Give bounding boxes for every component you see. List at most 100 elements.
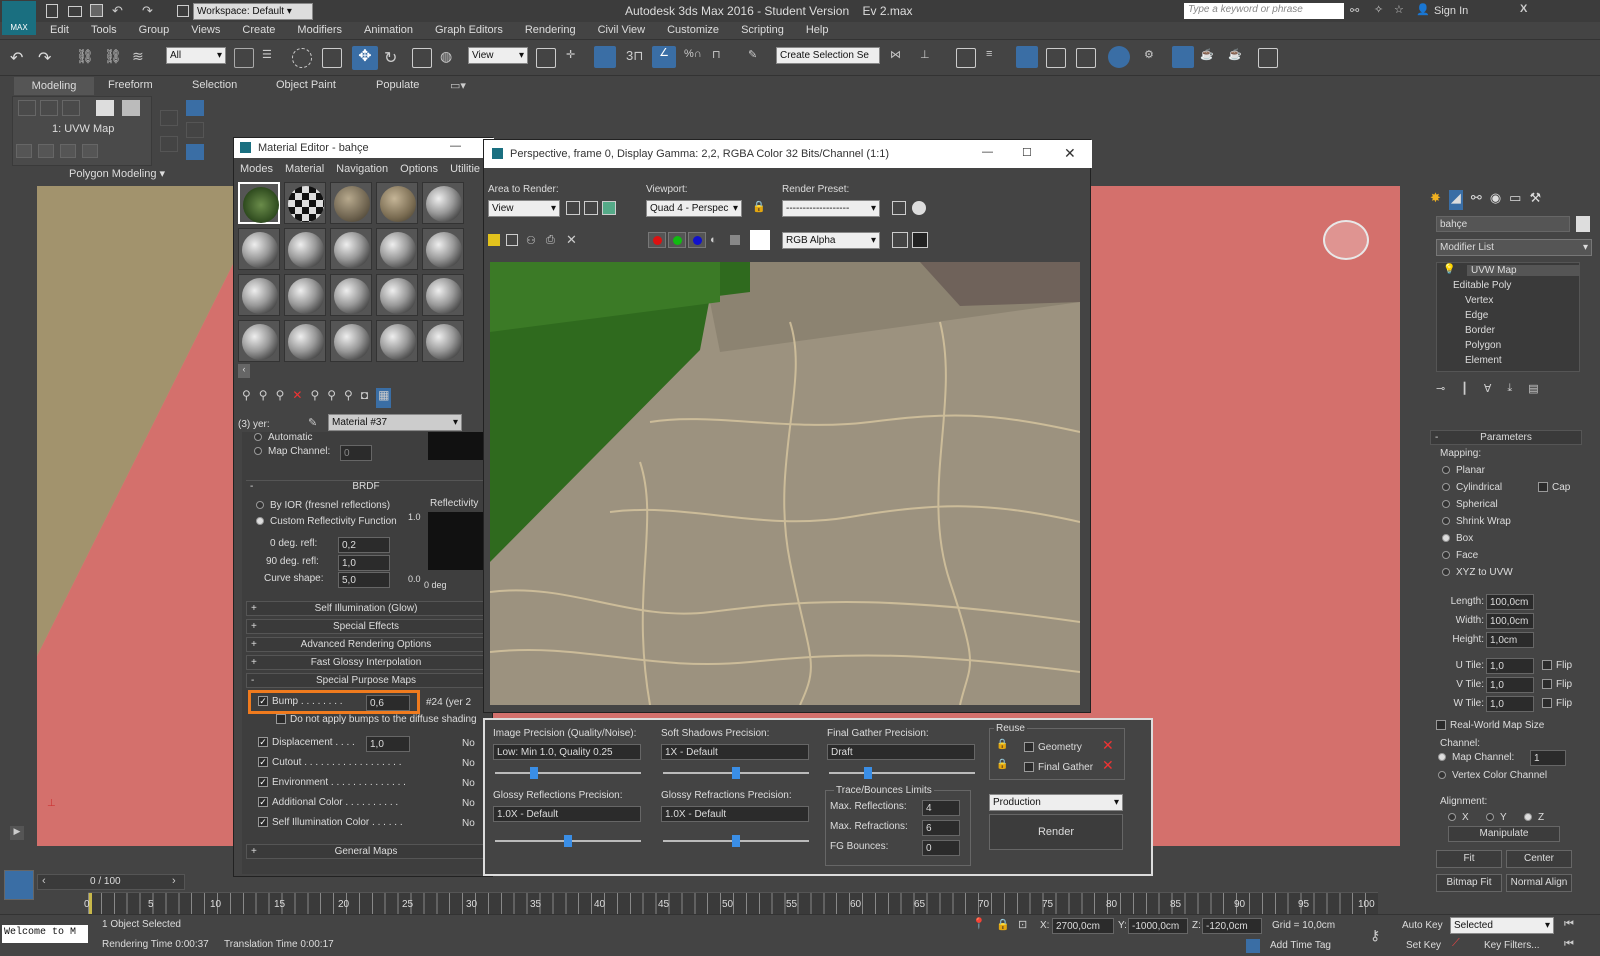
sample-slot[interactable] [284, 182, 326, 224]
named-selection-dropdown[interactable]: Create Selection Se [776, 47, 880, 64]
ribbon-side-icon[interactable] [186, 144, 204, 160]
brdf-rollout-header[interactable]: - BRDF [246, 480, 486, 494]
me-menu-navigation[interactable]: Navigation [336, 160, 388, 178]
menu-customize[interactable]: Customize [667, 24, 719, 36]
viewport-dropdown[interactable]: Quad 4 - Perspec ▾ [646, 200, 742, 217]
ribbon-options-icon[interactable]: ▭▾ [450, 79, 466, 92]
utilities-tab-icon[interactable]: ⚒ [1529, 190, 1541, 210]
open-file-icon[interactable] [68, 6, 82, 17]
rendered-frame-icon[interactable] [1172, 46, 1194, 68]
menu-modifiers[interactable]: Modifiers [297, 24, 342, 36]
rollout-self-illumination[interactable]: + Self Illumination (Glow) [246, 601, 486, 616]
time-slider-prev-icon[interactable]: ‹ [42, 875, 46, 887]
zero-deg-refl-spinner[interactable]: 0,2 [338, 537, 390, 553]
blue-channel-toggle[interactable] [688, 232, 706, 248]
show-end-result-icon[interactable]: ┃ [1461, 382, 1468, 400]
select-rotate-icon[interactable]: ↻ [384, 48, 404, 68]
material-id-icon[interactable]: ◘ [361, 388, 368, 408]
ribbon-tool-icon[interactable] [60, 144, 76, 158]
monochrome-toggle[interactable] [730, 235, 740, 245]
ninety-deg-refl-spinner[interactable]: 1,0 [338, 555, 390, 571]
binoculars-icon[interactable]: ⚯ [1350, 4, 1359, 17]
time-slider[interactable]: ‹ 0 / 100 › [37, 874, 185, 890]
mapping-shrink-wrap-radio[interactable] [1442, 517, 1450, 526]
sample-slot[interactable] [238, 274, 280, 316]
undo-toolbar-icon[interactable]: ↶ [10, 48, 30, 68]
polygon-mode-icon[interactable] [96, 100, 114, 116]
rollout-fast-glossy[interactable]: + Fast Glossy Interpolation [246, 655, 486, 670]
set-key-icon[interactable]: ⟋ [1452, 937, 1460, 950]
stack-item-polygon[interactable]: Polygon [1465, 340, 1501, 351]
sample-slot[interactable] [422, 182, 464, 224]
angle-snap-icon[interactable]: ∠ [652, 46, 676, 68]
lock-viewport-icon[interactable]: 🔒 [752, 200, 766, 213]
menu-help[interactable]: Help [806, 24, 829, 36]
curve-editor-icon[interactable] [1046, 48, 1066, 68]
sample-slot[interactable] [330, 320, 372, 362]
stack-item-editable-poly[interactable]: Editable Poly [1453, 280, 1511, 291]
cutout-map-button[interactable]: No [462, 758, 475, 769]
self-illum-color-checkbox[interactable]: ✓ [258, 817, 268, 828]
cutout-checkbox[interactable]: ✓ [258, 757, 268, 768]
ribbon-tool-icon[interactable] [82, 144, 98, 158]
redo-toolbar-icon[interactable]: ↷ [38, 48, 58, 68]
render-button[interactable]: Render [989, 814, 1123, 850]
height-spinner[interactable]: 1,0cm [1486, 632, 1534, 648]
keyboard-shortcut-icon[interactable] [594, 46, 616, 68]
automatic-radio[interactable] [254, 433, 262, 442]
select-by-name-icon[interactable]: ☰ [262, 48, 282, 68]
map-channel-radio-cp[interactable] [1438, 753, 1446, 762]
hierarchy-tab-icon[interactable]: ⚯ [1471, 190, 1482, 210]
select-scale-icon[interactable] [412, 48, 432, 68]
selection-filter-dropdown[interactable]: All ▾ [166, 47, 226, 64]
menu-civil-view[interactable]: Civil View [598, 24, 645, 36]
signin-link[interactable]: Sign In [1434, 5, 1468, 17]
pin-stack-icon[interactable]: ⊸ [1436, 382, 1445, 400]
real-world-checkbox[interactable] [1436, 720, 1446, 731]
me-menu-modes[interactable]: Modes [240, 160, 273, 178]
me-menu-options[interactable]: Options [400, 160, 438, 178]
ribbon-tab-populate[interactable]: Populate [376, 79, 419, 91]
goto-end-icon[interactable]: ⏮ [1564, 938, 1574, 951]
edge-mode-icon[interactable] [40, 100, 58, 116]
align-x-radio[interactable] [1448, 813, 1456, 822]
image-precision-slider[interactable] [495, 767, 641, 779]
w-tile-spinner[interactable]: 1,0 [1486, 696, 1534, 712]
ribbon-tool-icon[interactable] [16, 144, 32, 158]
displacement-spinner[interactable]: 1,0 [366, 736, 410, 752]
eyedropper-icon[interactable]: ✎ [308, 416, 317, 429]
glossy-refr-thumb[interactable] [732, 835, 740, 847]
sample-slot[interactable] [376, 274, 418, 316]
final-gather-thumb[interactable] [863, 767, 872, 779]
align-icon[interactable]: ⊥ [920, 48, 940, 68]
sample-slot[interactable] [376, 182, 418, 224]
ribbon-side-icon[interactable] [186, 100, 204, 116]
v-tile-spinner[interactable]: 1,0 [1486, 677, 1534, 693]
copy-image-icon[interactable] [506, 234, 518, 246]
glossy-refr-field[interactable]: 1.0X - Default [661, 806, 809, 822]
bind-spacewarp-icon[interactable]: ≋ [132, 48, 152, 68]
favorites-icon[interactable]: ☆ [1394, 3, 1404, 16]
stack-item-edge[interactable]: Edge [1465, 310, 1488, 321]
material-editor-icon[interactable] [1108, 46, 1130, 68]
bump-map-button[interactable]: #24 (yer 2 [426, 697, 471, 708]
make-unique-icon[interactable]: ⚲ [327, 388, 336, 408]
ribbon-side-icon[interactable] [186, 122, 204, 138]
clone-frame-icon[interactable]: ⚇ [526, 234, 536, 247]
swatch-color[interactable] [750, 230, 770, 250]
sample-slot[interactable] [376, 228, 418, 270]
soft-shadows-thumb[interactable] [732, 767, 740, 779]
menu-edit[interactable]: Edit [50, 24, 69, 36]
environment-effects-icon[interactable] [912, 201, 926, 215]
print-image-icon[interactable]: ⎙ [546, 234, 555, 247]
additional-color-checkbox[interactable]: ✓ [258, 797, 268, 808]
mapping-xyz-radio[interactable] [1442, 568, 1450, 577]
save-icon[interactable] [90, 4, 103, 17]
ribbon-tab-modeling[interactable]: Modeling [14, 77, 94, 95]
final-gather-slider[interactable] [829, 767, 975, 779]
assign-material-icon[interactable]: ⚲ [276, 388, 285, 408]
normal-align-button[interactable]: Normal Align [1506, 874, 1572, 892]
stack-item-element[interactable]: Element [1465, 355, 1502, 366]
environment-checkbox[interactable]: ✓ [258, 777, 268, 788]
undo-icon[interactable]: ↶ [112, 3, 123, 19]
